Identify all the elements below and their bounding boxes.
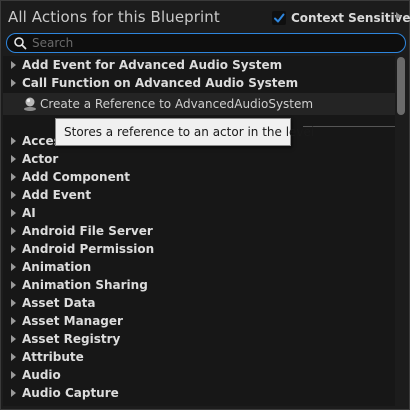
expand-arrow-icon[interactable] [11, 281, 16, 289]
search-icon [14, 37, 27, 50]
expand-arrow-icon[interactable] [11, 335, 16, 343]
expand-arrow-icon[interactable] [11, 227, 16, 235]
menu-title: All Actions for this Blueprint [8, 8, 220, 26]
expand-arrow-icon[interactable] [11, 79, 16, 87]
list-item[interactable]: Call Function on Advanced Audio System [3, 74, 395, 92]
expand-arrow-icon[interactable] [11, 299, 16, 307]
category-row[interactable]: Asset Registry [3, 330, 395, 348]
checkmark-icon [274, 13, 285, 22]
category-row[interactable]: Audio Capture [3, 384, 395, 402]
category-row[interactable]: Add Event [3, 186, 395, 204]
category-row[interactable]: AI [3, 204, 395, 222]
expand-arrow-icon[interactable] [11, 263, 16, 271]
list-scrollbar[interactable] [397, 57, 405, 115]
list-item[interactable]: Add Event for Advanced Audio System [3, 56, 395, 74]
category-row[interactable]: Asset Data [3, 294, 395, 312]
expand-arrow-icon[interactable] [11, 371, 16, 379]
expand-arrow-icon[interactable] [11, 61, 16, 69]
list-item-label: Call Function on Advanced Audio System [22, 76, 299, 90]
tooltip-text: Stores a reference to an actor in the le… [64, 125, 315, 139]
category-label: Android File Server [22, 224, 153, 238]
search-input[interactable] [32, 35, 392, 51]
section-divider [303, 126, 395, 127]
category-label: Asset Manager [22, 314, 123, 328]
expand-arrow-icon[interactable] [11, 173, 16, 181]
category-label: Attribute [22, 350, 84, 364]
expand-arrow-icon[interactable] [11, 155, 16, 163]
category-label: Asset Registry [22, 332, 121, 346]
category-label: Add Component [22, 170, 130, 184]
category-label: Audio [22, 368, 61, 382]
context-menu-expand-icon[interactable] [396, 12, 401, 20]
actor-reference-icon [24, 97, 36, 111]
context-sensitive-checkbox[interactable] [272, 10, 286, 25]
tooltip: Stores a reference to an actor in the le… [55, 118, 314, 146]
create-reference-label: Create a Reference to AdvancedAudioSyste… [40, 97, 314, 111]
expand-arrow-icon[interactable] [11, 191, 16, 199]
category-row[interactable]: Animation Sharing [3, 276, 395, 294]
category-row[interactable]: Audio [3, 366, 395, 384]
expand-arrow-icon[interactable] [11, 137, 16, 145]
blueprint-action-menu: All Actions for this Blueprint Context S… [0, 0, 410, 410]
expand-arrow-icon[interactable] [11, 353, 16, 361]
category-row[interactable]: Asset Manager [3, 312, 395, 330]
expand-arrow-icon[interactable] [11, 389, 16, 397]
category-label: Audio Capture [22, 386, 119, 400]
action-list[interactable]: Add Event for Advanced Audio System Call… [3, 56, 395, 406]
expand-arrow-icon[interactable] [11, 317, 16, 325]
category-row[interactable]: Android File Server [3, 222, 395, 240]
category-row[interactable]: Add Component [3, 168, 395, 186]
list-item-label: Add Event for Advanced Audio System [22, 58, 283, 72]
category-label: AI [22, 206, 36, 220]
search-box[interactable] [6, 33, 406, 53]
category-row[interactable]: Attribute [3, 348, 395, 366]
context-sensitive-label[interactable]: Context Sensitive [291, 11, 410, 25]
category-row[interactable]: Animation [3, 258, 395, 276]
menu-header: All Actions for this Blueprint Context S… [1, 1, 410, 31]
create-reference-item[interactable]: Create a Reference to AdvancedAudioSyste… [3, 93, 395, 115]
category-label: Animation [22, 260, 92, 274]
context-sensitive-toggle[interactable]: Context Sensitive [272, 9, 410, 26]
category-label: Animation Sharing [22, 278, 148, 292]
category-row[interactable]: Actor [3, 150, 395, 168]
category-row[interactable]: Android Permission [3, 240, 395, 258]
category-label: Android Permission [22, 242, 155, 256]
category-label: Asset Data [22, 296, 96, 310]
category-label: Actor [22, 152, 59, 166]
expand-arrow-icon[interactable] [11, 245, 16, 253]
category-label: Add Event [22, 188, 92, 202]
expand-arrow-icon[interactable] [11, 209, 16, 217]
